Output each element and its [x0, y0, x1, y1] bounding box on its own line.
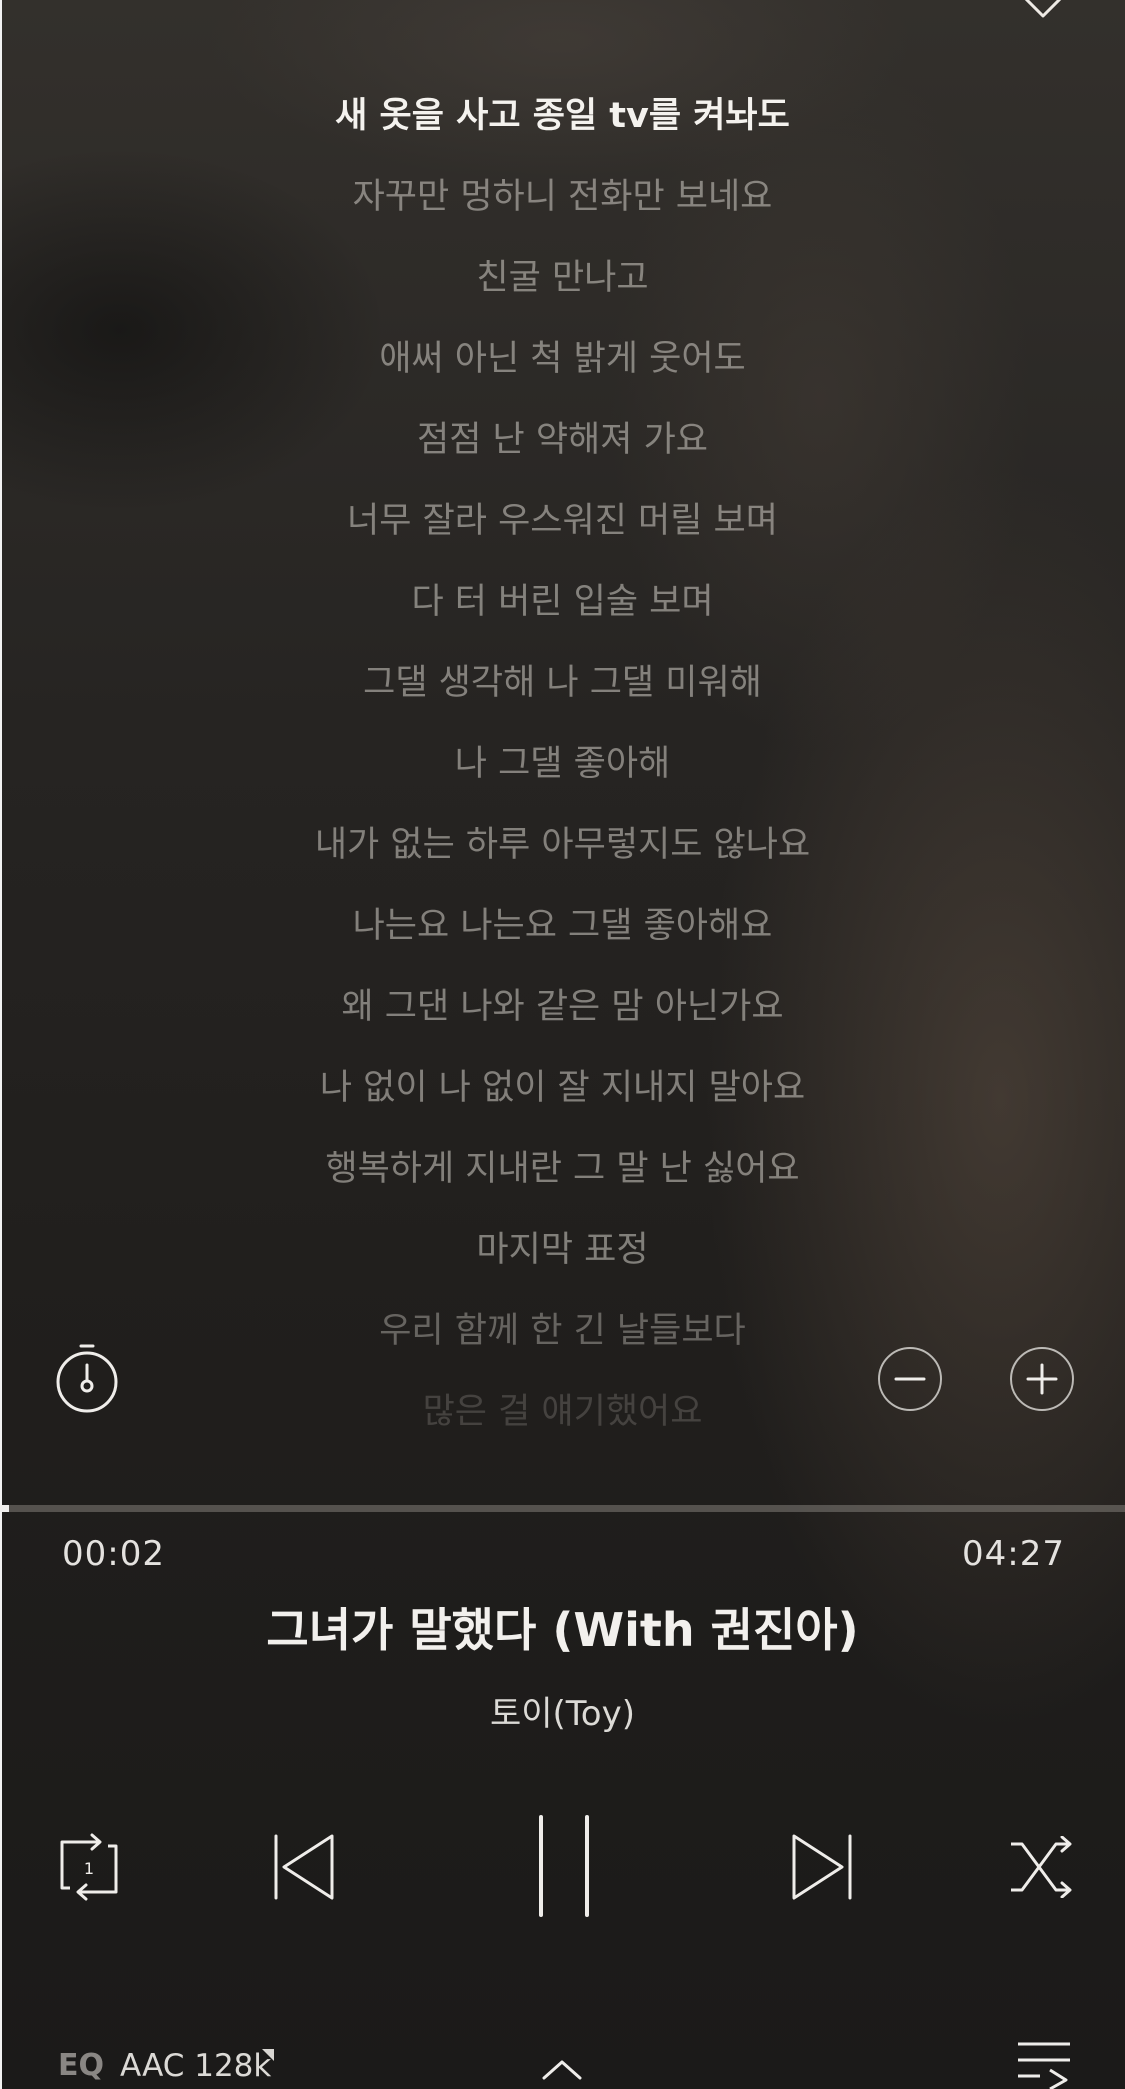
lyric-line[interactable]: 우리 함께 한 긴 날들보다 [0, 1309, 1125, 1353]
font-smaller-button[interactable] [878, 1347, 942, 1411]
previous-icon[interactable] [270, 1832, 336, 1902]
heart-icon[interactable] [1008, 0, 1078, 28]
elapsed-time: 00:02 [62, 1534, 165, 1574]
font-larger-button[interactable] [1010, 1347, 1074, 1411]
lyric-line[interactable]: 행복하게 지내란 그 말 난 싫어요 [0, 1147, 1125, 1191]
next-icon[interactable] [790, 1832, 856, 1902]
song-title[interactable]: 그녀가 말했다 (With 권진아) [0, 1594, 1125, 1660]
pause-icon[interactable] [532, 1814, 596, 1918]
plus-icon [1026, 1363, 1058, 1395]
lyrics-view[interactable]: 새 옷을 사고 종일 tv를 켜놔도 자꾸만 멍하니 전화만 보네요 친굴 만나… [0, 86, 1125, 1486]
repeat-one-icon[interactable]: 1 [56, 1832, 122, 1902]
codec-dropdown-indicator [262, 2049, 274, 2061]
lyric-line[interactable]: 너무 잘라 우스워진 머릴 보며 [0, 499, 1125, 543]
lyric-line[interactable]: 왜 그댄 나와 같은 맘 아닌가요 [0, 985, 1125, 1029]
lyric-line[interactable]: 나는요 나는요 그댈 좋아해요 [0, 904, 1125, 948]
playlist-icon[interactable] [1016, 2040, 1072, 2089]
eq-button[interactable]: EQ [58, 2048, 104, 2083]
timer-icon[interactable] [54, 1343, 120, 1417]
lyric-line[interactable]: 내가 없는 하루 아무렇지도 않나요 [0, 823, 1125, 867]
lyric-line[interactable]: 친굴 만나고 [0, 256, 1125, 300]
codec-selector[interactable]: AAC 128k [120, 2048, 271, 2084]
minus-icon [894, 1377, 926, 1381]
player-screen: 새 옷을 사고 종일 tv를 켜놔도 자꾸만 멍하니 전화만 보네요 친굴 만나… [0, 0, 1125, 2089]
lyric-line[interactable]: 그댈 생각해 나 그댈 미워해 [0, 661, 1125, 705]
lyric-line-current[interactable]: 새 옷을 사고 종일 tv를 켜놔도 [0, 94, 1125, 138]
lyric-line[interactable]: 애써 아닌 척 밝게 웃어도 [0, 337, 1125, 381]
lyric-line[interactable]: 다 터 버린 입술 보며 [0, 580, 1125, 624]
progress-fill [0, 1505, 9, 1512]
chevron-up-icon[interactable] [540, 2058, 584, 2082]
lyric-line[interactable]: 마지막 표정 [0, 1228, 1125, 1272]
artist-name[interactable]: 토이(Toy) [0, 1686, 1125, 1735]
total-duration: 04:27 [962, 1534, 1065, 1574]
progress-bar[interactable] [0, 1505, 1125, 1512]
lyric-line[interactable]: 자꾸만 멍하니 전화만 보네요 [0, 175, 1125, 219]
lyric-line[interactable]: 점점 난 약해져 가요 [0, 418, 1125, 462]
lyric-line[interactable]: 많은 걸 얘기했어요 [0, 1390, 1125, 1434]
shuffle-icon[interactable] [1008, 1836, 1074, 1898]
lyric-line[interactable]: 나 없이 나 없이 잘 지내지 말아요 [0, 1066, 1125, 1110]
repeat-badge: 1 [84, 1859, 94, 1878]
lyric-line[interactable]: 나 그댈 좋아해 [0, 742, 1125, 786]
